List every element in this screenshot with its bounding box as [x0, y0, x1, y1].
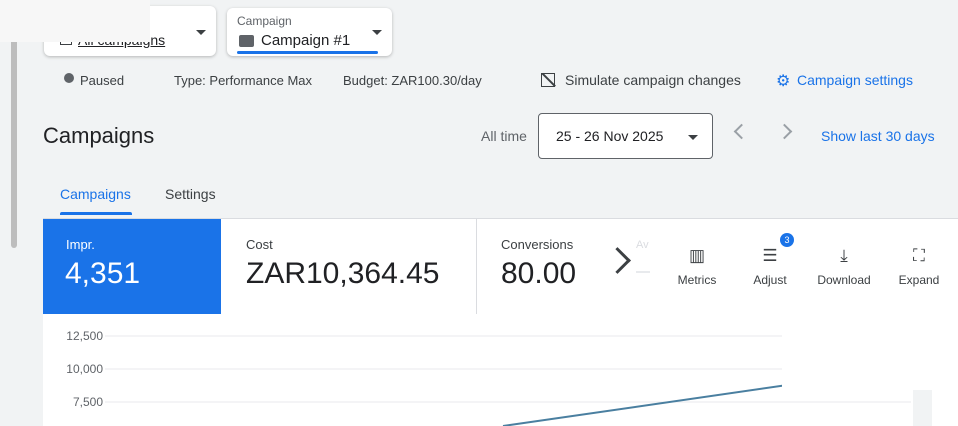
campaign-dropdown-value: Campaign #1 — [261, 32, 351, 49]
metrics-button[interactable]: ▥ Metrics — [667, 245, 727, 287]
campaign-dropdown-underline — [237, 51, 378, 54]
gear-icon: ⚙ — [776, 73, 791, 90]
tab-settings[interactable]: Settings — [165, 186, 216, 202]
download-button[interactable]: ⤓ Download — [814, 245, 874, 287]
cost-scorecard[interactable]: Cost ZAR10,364.45 — [221, 219, 477, 315]
y-tick-label: 7,500 — [73, 395, 103, 409]
performance-max-icon — [239, 35, 254, 47]
caret-down-icon — [196, 30, 206, 35]
date-range-value: 25 - 26 Nov 2025 — [556, 128, 664, 144]
image-glare — [932, 300, 958, 426]
caret-down-icon — [372, 30, 382, 35]
tab-campaigns[interactable]: Campaigns — [60, 186, 131, 202]
campaign-settings-link[interactable]: Campaign settings — [797, 72, 913, 88]
active-tab-indicator — [60, 212, 132, 215]
impressions-label: Impr. — [66, 237, 95, 252]
faded-metric-placeholder — [636, 271, 650, 273]
expand-button-label: Expand — [898, 273, 940, 287]
show-last-30-days-link[interactable]: Show last 30 days — [821, 128, 935, 144]
download-button-label: Download — [817, 273, 871, 287]
simulate-campaign-changes-button[interactable]: Simulate campaign changes — [565, 72, 741, 88]
page-title: Campaigns — [43, 123, 155, 148]
cost-value: ZAR10,364.45 — [246, 257, 440, 290]
campaign-type: Type: Performance Max — [174, 73, 312, 88]
adjust-icon: ☰ — [762, 246, 778, 265]
page-header: Campaigns All time 25 - 26 Nov 2025 Show… — [0, 104, 958, 174]
faded-metric-label: Av — [636, 239, 649, 251]
campaign-status-bar: Paused Type: Performance Max Budget: ZAR… — [0, 64, 958, 98]
adjust-count-badge: 3 — [780, 233, 794, 247]
y-tick-label: 12,500 — [66, 329, 103, 343]
conversions-scorecard[interactable]: Conversions 80.00 — [476, 219, 676, 315]
paused-status-icon — [64, 73, 74, 83]
campaign-dropdown[interactable]: Campaign Campaign #1 — [227, 8, 392, 56]
campaign-budget: Budget: ZAR100.30/day — [343, 73, 482, 88]
simulate-icon — [541, 73, 555, 87]
expand-button[interactable]: ⛶ Expand — [889, 245, 949, 287]
date-range-picker[interactable]: 25 - 26 Nov 2025 — [538, 113, 713, 159]
download-icon: ⤓ — [840, 246, 848, 265]
campaign-dropdown-label: Campaign — [237, 14, 292, 28]
tab-bar: Campaigns Settings — [0, 178, 958, 218]
metrics-icon: ▥ — [688, 246, 706, 265]
impressions-value: 4,351 — [65, 257, 141, 290]
image-glare — [782, 310, 932, 390]
caret-down-icon — [688, 135, 698, 140]
campaign-status: Paused — [80, 73, 125, 88]
impressions-scorecard[interactable]: Impr. 4,351 — [43, 219, 221, 315]
screen-glare — [0, 0, 150, 42]
next-period-icon[interactable] — [776, 123, 793, 140]
conversions-label: Conversions — [501, 237, 574, 252]
metrics-button-label: Metrics — [677, 273, 717, 287]
adjust-button-label: Adjust — [753, 273, 787, 287]
previous-period-icon[interactable] — [733, 123, 750, 140]
adjust-button[interactable]: ☰ Adjust — [740, 245, 800, 287]
cost-label: Cost — [246, 237, 273, 252]
metrics-scorecards: Impr. 4,351 Cost ZAR10,364.45 Conversion… — [43, 218, 958, 316]
date-range-label: All time — [481, 128, 527, 144]
y-tick-label: 10,000 — [66, 362, 103, 376]
conversions-value: 80.00 — [501, 257, 577, 290]
expand-icon: ⛶ — [913, 246, 925, 265]
